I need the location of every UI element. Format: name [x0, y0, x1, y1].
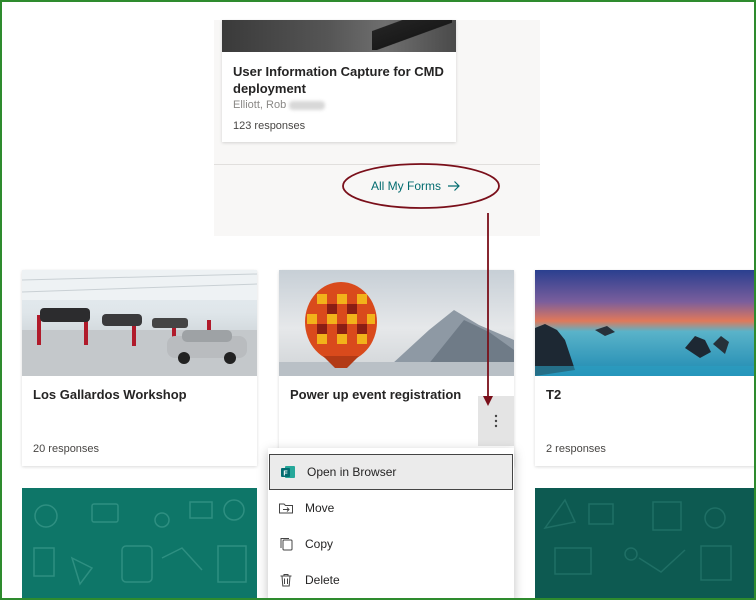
- card-responses: 20 responses: [33, 443, 100, 455]
- trash-icon: [278, 572, 294, 588]
- doodle-pattern: [543, 498, 732, 581]
- menu-item-label: Move: [305, 501, 335, 515]
- all-my-forms-label: All My Forms: [371, 179, 441, 193]
- menu-item-move[interactable]: Move: [268, 490, 514, 526]
- form-card-los-gallardos[interactable]: Los Gallardos Workshop 20 responses: [22, 270, 257, 466]
- form-card-teal-1[interactable]: [22, 488, 257, 598]
- form-card-user-information[interactable]: User Information Capture for CMD deploym…: [222, 20, 456, 142]
- workshop-illustration: [22, 270, 257, 376]
- arrow-right-icon: [448, 181, 460, 191]
- sea-illustration: [535, 324, 756, 376]
- sea-cover-image: [535, 270, 756, 376]
- form-card-power-up[interactable]: Power up event registration: [279, 270, 514, 466]
- form-card-teal-2[interactable]: [535, 488, 756, 598]
- form-card-title: User Information Capture for CMD deploym…: [233, 64, 444, 96]
- all-my-forms-link[interactable]: All My Forms: [371, 179, 461, 193]
- redacted-name: [289, 100, 326, 110]
- workshop-cover-image: [22, 270, 257, 376]
- more-vertical-icon: [494, 414, 498, 428]
- menu-item-open-in-browser[interactable]: F Open in Browser: [269, 454, 513, 490]
- form-card-cover-image: [222, 20, 456, 52]
- form-card-owner: Elliott, Rob: [233, 99, 326, 111]
- forms-app-icon: F: [280, 464, 296, 480]
- more-options-button[interactable]: [478, 396, 514, 446]
- move-folder-icon: [278, 500, 294, 516]
- owner-name: Elliott, Rob: [233, 99, 287, 111]
- balloon-cover-image: [279, 270, 514, 376]
- card-title: T2: [546, 387, 562, 402]
- card-responses: 2 responses: [546, 443, 606, 455]
- recent-forms-panel: User Information Capture for CMD deploym…: [214, 20, 540, 236]
- svg-text:F: F: [283, 471, 288, 478]
- form-card-responses: 123 responses: [233, 120, 306, 132]
- menu-item-label: Delete: [305, 573, 340, 587]
- card-context-menu: F Open in Browser Move Copy Delete: [268, 448, 514, 600]
- balloon-illustration: [279, 282, 514, 376]
- panel-divider: [214, 164, 540, 165]
- doodle-pattern: [33, 499, 247, 586]
- menu-item-label: Copy: [305, 537, 334, 551]
- menu-item-label: Open in Browser: [307, 465, 397, 479]
- card-title: Power up event registration: [290, 387, 462, 402]
- form-card-t2[interactable]: T2 2 responses: [535, 270, 756, 466]
- card-title: Los Gallardos Workshop: [33, 387, 187, 402]
- menu-item-copy[interactable]: Copy: [268, 526, 514, 562]
- copy-icon: [278, 536, 294, 552]
- menu-item-delete[interactable]: Delete: [268, 562, 514, 598]
